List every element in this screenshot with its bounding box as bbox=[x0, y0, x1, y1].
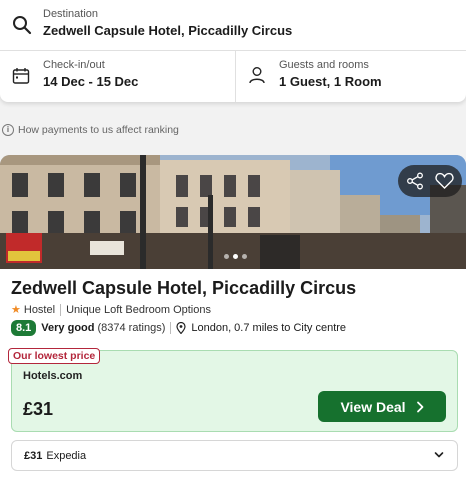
lowest-price-tag: Our lowest price bbox=[8, 348, 101, 364]
hotel-card[interactable]: Zedwell Capsule Hotel, Piccadilly Circus… bbox=[0, 155, 466, 480]
carousel-dot bbox=[242, 254, 247, 259]
destination-value: Zedwell Capsule Hotel, Piccadilly Circus bbox=[43, 23, 293, 38]
checkin-label: Check-in/out bbox=[43, 59, 105, 71]
view-deal-button[interactable]: View Deal bbox=[318, 391, 446, 422]
guests-label: Guests and rooms bbox=[279, 59, 369, 71]
checkin-value: 14 Dec - 15 Dec bbox=[43, 74, 139, 89]
meta-separator bbox=[60, 303, 62, 316]
meta-separator bbox=[170, 322, 172, 334]
checkin-field[interactable]: Check-in/out 14 Dec - 15 Dec bbox=[0, 51, 235, 102]
rating-word: Very good bbox=[41, 322, 95, 334]
hotel-name[interactable]: Zedwell Capsule Hotel, Piccadilly Circus bbox=[11, 278, 356, 299]
hotel-photo[interactable] bbox=[0, 155, 466, 269]
deal-price: £31 bbox=[23, 399, 54, 419]
photo-actions bbox=[398, 165, 462, 197]
person-icon bbox=[249, 67, 265, 84]
hotel-meta: ★ Hostel Unique Loft Bedroom Options bbox=[11, 303, 211, 316]
carousel-dot bbox=[224, 254, 229, 259]
view-deal-label: View Deal bbox=[340, 398, 406, 415]
hotel-location: London, 0.7 miles to City centre bbox=[191, 322, 347, 334]
hotel-photo-image bbox=[0, 155, 466, 269]
share-icon[interactable] bbox=[406, 172, 424, 190]
deal-provider: Hotels.com bbox=[23, 370, 83, 382]
guests-value: 1 Guest, 1 Room bbox=[279, 74, 382, 89]
info-icon: i bbox=[2, 124, 14, 136]
alt-deal-provider: Expedia bbox=[46, 449, 87, 462]
ranking-info-link[interactable]: i How payments to us affect ranking bbox=[2, 124, 179, 136]
ranking-note-text: How payments to us affect ranking bbox=[18, 124, 179, 136]
calendar-icon bbox=[12, 68, 30, 84]
rating-row: 8.1 Very good (8374 ratings) London, 0.7… bbox=[11, 320, 346, 336]
chevron-right-icon bbox=[416, 401, 423, 412]
heart-icon[interactable] bbox=[435, 172, 454, 190]
guests-field[interactable]: Guests and rooms 1 Guest, 1 Room bbox=[236, 51, 466, 102]
field-divider bbox=[235, 51, 236, 102]
alt-deal-price: £31 bbox=[24, 449, 43, 462]
other-deals-dropdown[interactable]: £31 Expedia bbox=[11, 440, 458, 471]
hotel-type: Hostel bbox=[23, 303, 56, 316]
search-card: Destination Zedwell Capsule Hotel, Picca… bbox=[0, 0, 466, 102]
search-icon bbox=[13, 16, 32, 35]
chevron-down-icon bbox=[434, 452, 444, 458]
photo-carousel-dots bbox=[224, 254, 247, 259]
rating-count: (8374 ratings) bbox=[97, 322, 166, 334]
location-pin-icon bbox=[176, 322, 186, 334]
rating-score-badge: 8.1 bbox=[11, 320, 37, 336]
destination-field[interactable]: Destination Zedwell Capsule Hotel, Picca… bbox=[0, 0, 466, 51]
star-icon: ★ bbox=[11, 304, 21, 316]
room-type: Unique Loft Bedroom Options bbox=[66, 303, 211, 316]
destination-label: Destination bbox=[43, 8, 99, 20]
carousel-dot-active bbox=[233, 254, 238, 259]
